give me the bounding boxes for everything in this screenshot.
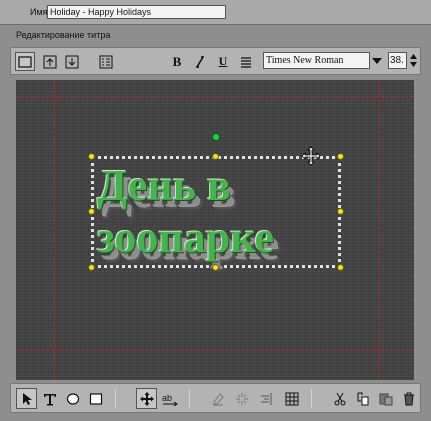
tools-toolbar: ab: [10, 383, 421, 413]
kerning-icon: ab: [162, 393, 178, 406]
underline-icon: U: [218, 54, 228, 68]
ellipse-tool-button[interactable]: [62, 388, 83, 409]
trash-icon: [403, 392, 414, 405]
delete-button[interactable]: [398, 388, 419, 409]
resize-handle[interactable]: [88, 153, 95, 160]
erase-icon: [212, 392, 224, 405]
sparkle-icon: [235, 392, 248, 405]
format-toolbar: B U Times New Roman 38.: [10, 47, 421, 75]
align-bottom-icon: [65, 55, 79, 68]
italic-icon: [196, 55, 204, 68]
list-button[interactable]: [97, 52, 115, 71]
resize-handle[interactable]: [337, 264, 344, 271]
arrow-select-icon: [22, 392, 32, 405]
move-tool-button[interactable]: [136, 388, 157, 409]
safe-area-guide-right: [379, 80, 380, 380]
underline-button[interactable]: U: [214, 52, 232, 71]
name-bar: Имя: Holiday - Happy Holidays: [0, 0, 431, 24]
divider: [189, 389, 190, 408]
copy-icon: [357, 392, 368, 405]
text-tool-icon: [43, 393, 56, 405]
resize-handle[interactable]: [212, 264, 219, 271]
chevron-down-icon[interactable]: [371, 57, 383, 65]
align-right-button[interactable]: [255, 388, 276, 409]
divider: [311, 389, 312, 408]
cut-button[interactable]: [329, 388, 350, 409]
grid-icon: [285, 392, 298, 405]
align-right-icon: [260, 392, 271, 405]
panel-title: Редактирование титра: [16, 30, 111, 40]
divider: [115, 389, 116, 408]
rectangle-tool-button[interactable]: [85, 388, 106, 409]
paste-button[interactable]: [375, 388, 396, 409]
font-size-input[interactable]: 38.: [388, 52, 407, 69]
effects-button[interactable]: [231, 388, 252, 409]
divider: [0, 24, 431, 25]
justify-button[interactable]: [237, 52, 255, 71]
font-family-select[interactable]: Times New Roman: [263, 52, 370, 69]
grid-button[interactable]: [281, 388, 302, 409]
justify-icon: [241, 56, 251, 68]
safe-area-guide-bottom: [16, 350, 414, 351]
copy-button[interactable]: [352, 388, 373, 409]
resize-handle[interactable]: [88, 264, 95, 271]
align-top-icon: [43, 55, 57, 68]
resize-handle[interactable]: [212, 153, 219, 160]
text-tool-button[interactable]: [39, 388, 60, 409]
select-tool-button[interactable]: [16, 388, 37, 409]
align-bottom-button[interactable]: [63, 52, 81, 71]
rectangle-tool-icon: [89, 392, 102, 405]
frame-style-button[interactable]: [15, 52, 35, 71]
name-input[interactable]: Holiday - Happy Holidays: [47, 5, 226, 19]
title-line-1: День в: [97, 161, 231, 210]
move-cursor-icon: [301, 146, 321, 166]
kerning-button[interactable]: ab: [159, 388, 180, 409]
title-canvas[interactable]: День в зоопарке: [16, 80, 414, 380]
safe-area-guide-top: [16, 96, 414, 97]
svg-text:ab: ab: [162, 393, 172, 403]
list-icon: [99, 55, 113, 68]
font-size-stepper[interactable]: [409, 52, 418, 69]
title-text[interactable]: День в зоопарке: [97, 160, 337, 264]
resize-handle[interactable]: [88, 208, 95, 215]
rotation-handle[interactable]: [212, 133, 220, 141]
safe-area-guide-left: [54, 80, 55, 380]
frame-icon: [18, 55, 32, 68]
align-top-button[interactable]: [41, 52, 59, 71]
cut-icon: [334, 392, 345, 405]
bold-button[interactable]: B: [168, 52, 186, 71]
title-line-2: зоопарке: [97, 213, 275, 262]
resize-handle[interactable]: [337, 153, 344, 160]
bold-icon: B: [172, 53, 182, 69]
italic-button[interactable]: [191, 52, 209, 71]
paste-icon: [379, 393, 392, 405]
resize-handle[interactable]: [337, 208, 344, 215]
move-tool-icon: [139, 391, 154, 406]
ellipse-tool-icon: [66, 392, 79, 405]
erase-button[interactable]: [207, 388, 228, 409]
